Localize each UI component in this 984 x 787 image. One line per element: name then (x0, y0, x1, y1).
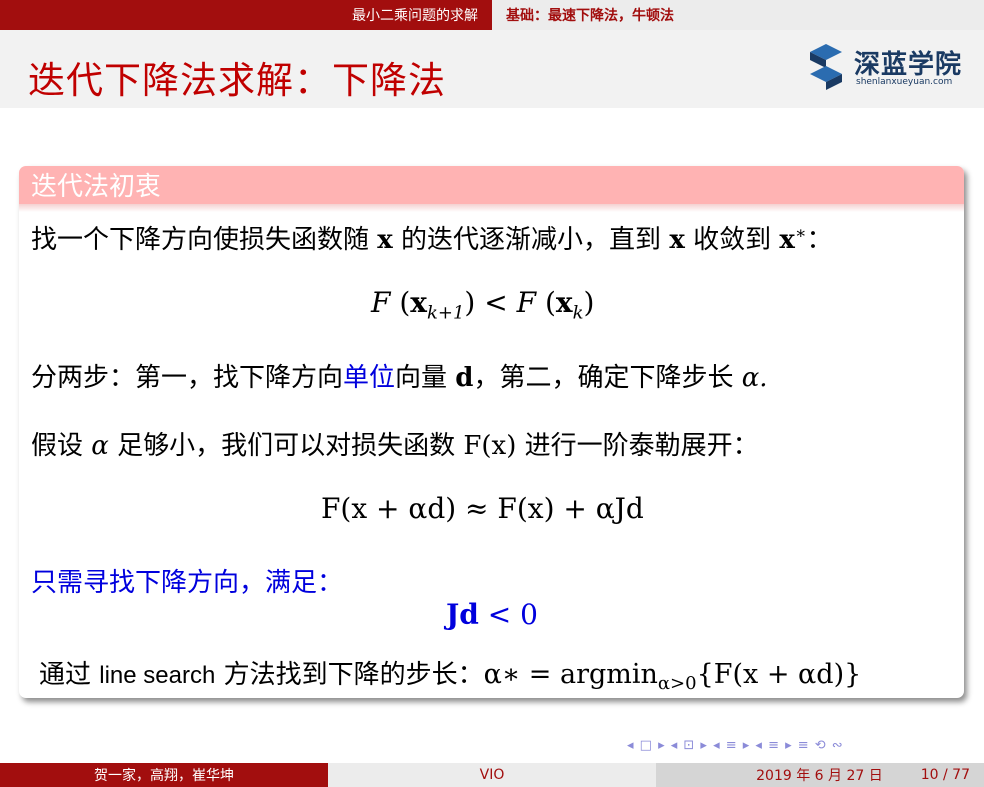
footer-bar: 贺一家，高翔，崔华坤 VIO 2019 年 6 月 27 日 10 / 77 (0, 763, 984, 787)
logo: 深蓝学院 shenlanxueyuan.com (806, 44, 966, 92)
section-current[interactable]: 最小二乘问题的求解 (0, 0, 492, 30)
statement-line-4: 只需寻找下降方向，满足： (31, 568, 344, 598)
beamer-navigation-icons[interactable]: ◂ □ ▸ ◂ ⊡ ▸ ◂ ≡ ▸ ◂ ≡ ▸ ≡ ⟲ ∾ (627, 738, 977, 753)
equation-jd-condition: Jd < 0 (446, 598, 538, 631)
block-heading: 迭代法初衷 (19, 166, 964, 204)
top-navigation-bar: 最小二乘问题的求解 基础：最速下降法，牛顿法 (0, 0, 984, 30)
slide-title: 迭代下降法求解：下降法 (28, 59, 446, 102)
content-block: 迭代法初衷 找一个下降方向使损失函数随 x 的迭代逐渐减小，直到 x 收敛到 x… (19, 166, 964, 698)
footer-date-page: 2019 年 6 月 27 日 10 / 77 (656, 763, 984, 787)
footer-date: 2019 年 6 月 27 日 (756, 768, 883, 784)
statement-line-2: 分两步：第一，找下降方向单位向量 d，第二，确定下降步长 α. (31, 363, 768, 393)
subsection-current[interactable]: 基础：最速下降法，牛顿法 (492, 0, 984, 30)
footer-authors: 贺一家，高翔，崔华坤 (0, 763, 328, 787)
logo-name: 深蓝学院 (854, 50, 963, 80)
statement-line-3: 假设 α 足够小，我们可以对损失函数 F(x) 进行一阶泰勒展开： (31, 431, 759, 461)
footer-title: VIO (328, 763, 656, 787)
logo-mark-icon (810, 44, 842, 90)
equation-descent-condition: F (xk+1) < F (xk) (371, 286, 595, 324)
statement-line-5: 通过 line search 方法找到下降的步长：α∗ = argminα>0{… (39, 659, 862, 695)
footer-page-number: 10 / 77 (920, 767, 970, 783)
equation-taylor-expansion: F(x + αd) ≈ F(x) + αJd (321, 492, 644, 525)
statement-line-1: 找一个下降方向使损失函数随 x 的迭代逐渐减小，直到 x 收敛到 x∗： (31, 223, 833, 255)
logo-url: shenlanxueyuan.com (856, 77, 953, 87)
